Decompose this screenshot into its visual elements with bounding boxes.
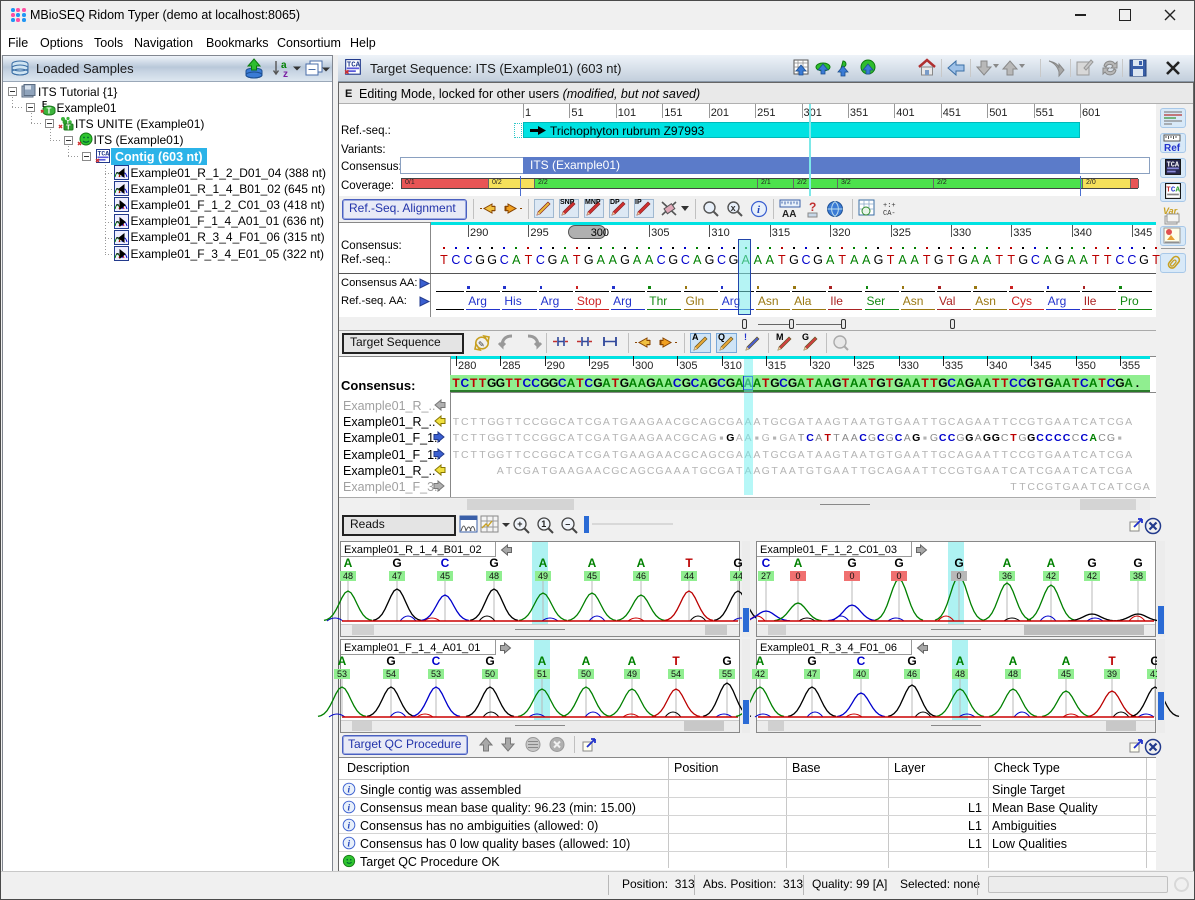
- svg-text:T: T: [46, 107, 51, 116]
- svg-text:?: ?: [809, 200, 816, 214]
- svg-text:i: i: [347, 786, 350, 796]
- svg-text:+: +: [517, 519, 522, 529]
- svg-text:Ref: Ref: [1164, 143, 1181, 154]
- svg-text:x: x: [731, 203, 736, 213]
- svg-text:TCA: TCA: [98, 150, 110, 157]
- svg-text:i: i: [347, 822, 350, 832]
- svg-text:i: i: [347, 804, 350, 814]
- svg-text:A: A: [1176, 187, 1181, 195]
- svg-text:AA: AA: [782, 209, 796, 220]
- svg-text:T: T: [66, 123, 71, 132]
- svg-text:z: z: [283, 69, 288, 80]
- svg-text:CA-: CA-: [883, 210, 896, 218]
- svg-text:i: i: [347, 840, 350, 850]
- svg-text:1: 1: [541, 519, 546, 529]
- svg-text:✎: ✎: [478, 340, 485, 349]
- svg-text:–: –: [565, 519, 570, 529]
- svg-text:+:+: +:+: [883, 202, 896, 210]
